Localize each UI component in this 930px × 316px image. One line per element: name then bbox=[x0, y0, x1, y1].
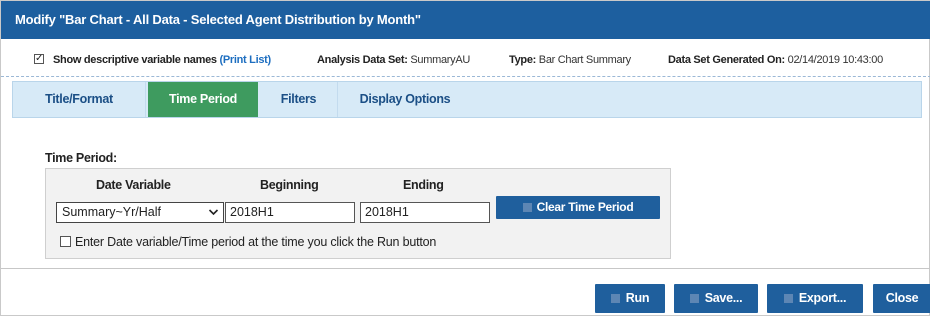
tab-filters[interactable]: Filters bbox=[260, 82, 338, 117]
export-icon bbox=[783, 294, 793, 303]
time-period-title: Time Period: bbox=[45, 151, 117, 165]
save-label: Save... bbox=[704, 291, 743, 305]
clear-time-period-label: Clear Time Period bbox=[536, 200, 634, 214]
beginning-header: Beginning bbox=[260, 178, 319, 192]
date-variable-value: Summary~Yr/Half bbox=[62, 205, 161, 219]
print-list-link[interactable]: (Print List) bbox=[220, 54, 272, 66]
tab-strip: Title/Format Time Period Filters Display… bbox=[12, 81, 922, 118]
run-icon bbox=[610, 294, 620, 303]
run-label: Run bbox=[625, 291, 650, 305]
time-period-panel: Date Variable Beginning Ending Summary~Y… bbox=[45, 168, 671, 259]
date-variable-select[interactable]: Summary~Yr/Half bbox=[56, 202, 224, 223]
type-label: Type: bbox=[509, 54, 537, 66]
generated-label: Data Set Generated On: bbox=[668, 54, 785, 66]
generated-value: 02/14/2019 10:43:00 bbox=[787, 54, 884, 66]
date-variable-header: Date Variable bbox=[96, 178, 171, 192]
export-label: Export... bbox=[798, 291, 847, 305]
info-bar: ✓ Show descriptive variable names (Print… bbox=[1, 39, 930, 77]
tab-title-format[interactable]: Title/Format bbox=[13, 82, 146, 117]
export-button[interactable]: Export... bbox=[767, 284, 863, 313]
save-icon bbox=[689, 294, 699, 303]
chevron-down-icon bbox=[208, 203, 219, 229]
save-button[interactable]: Save... bbox=[674, 284, 758, 313]
show-names-label: Show descriptive variable names bbox=[53, 54, 217, 66]
clear-icon bbox=[522, 203, 532, 212]
enter-at-runtime-checkbox[interactable] bbox=[60, 236, 71, 247]
modify-dialog: Modify "Bar Chart - All Data - Selected … bbox=[0, 0, 930, 316]
dialog-title: Modify "Bar Chart - All Data - Selected … bbox=[1, 1, 930, 39]
enter-at-runtime-label: Enter Date variable/Time period at the t… bbox=[75, 235, 437, 249]
close-button[interactable]: Close bbox=[873, 284, 930, 313]
ending-header: Ending bbox=[403, 178, 444, 192]
tab-time-period[interactable]: Time Period bbox=[148, 82, 258, 117]
show-names-checkbox[interactable]: ✓ bbox=[34, 54, 44, 64]
clear-time-period-button[interactable]: Clear Time Period bbox=[496, 196, 660, 219]
footer-divider bbox=[1, 268, 930, 269]
beginning-input[interactable]: 2018H1 bbox=[225, 202, 355, 223]
type-value: Bar Chart Summary bbox=[538, 54, 631, 66]
tab-display-options[interactable]: Display Options bbox=[339, 82, 471, 117]
run-button[interactable]: Run bbox=[595, 284, 665, 313]
ending-input[interactable]: 2018H1 bbox=[360, 202, 490, 223]
analysis-label: Analysis Data Set: bbox=[317, 54, 408, 66]
analysis-value: SummaryAU bbox=[410, 54, 471, 66]
